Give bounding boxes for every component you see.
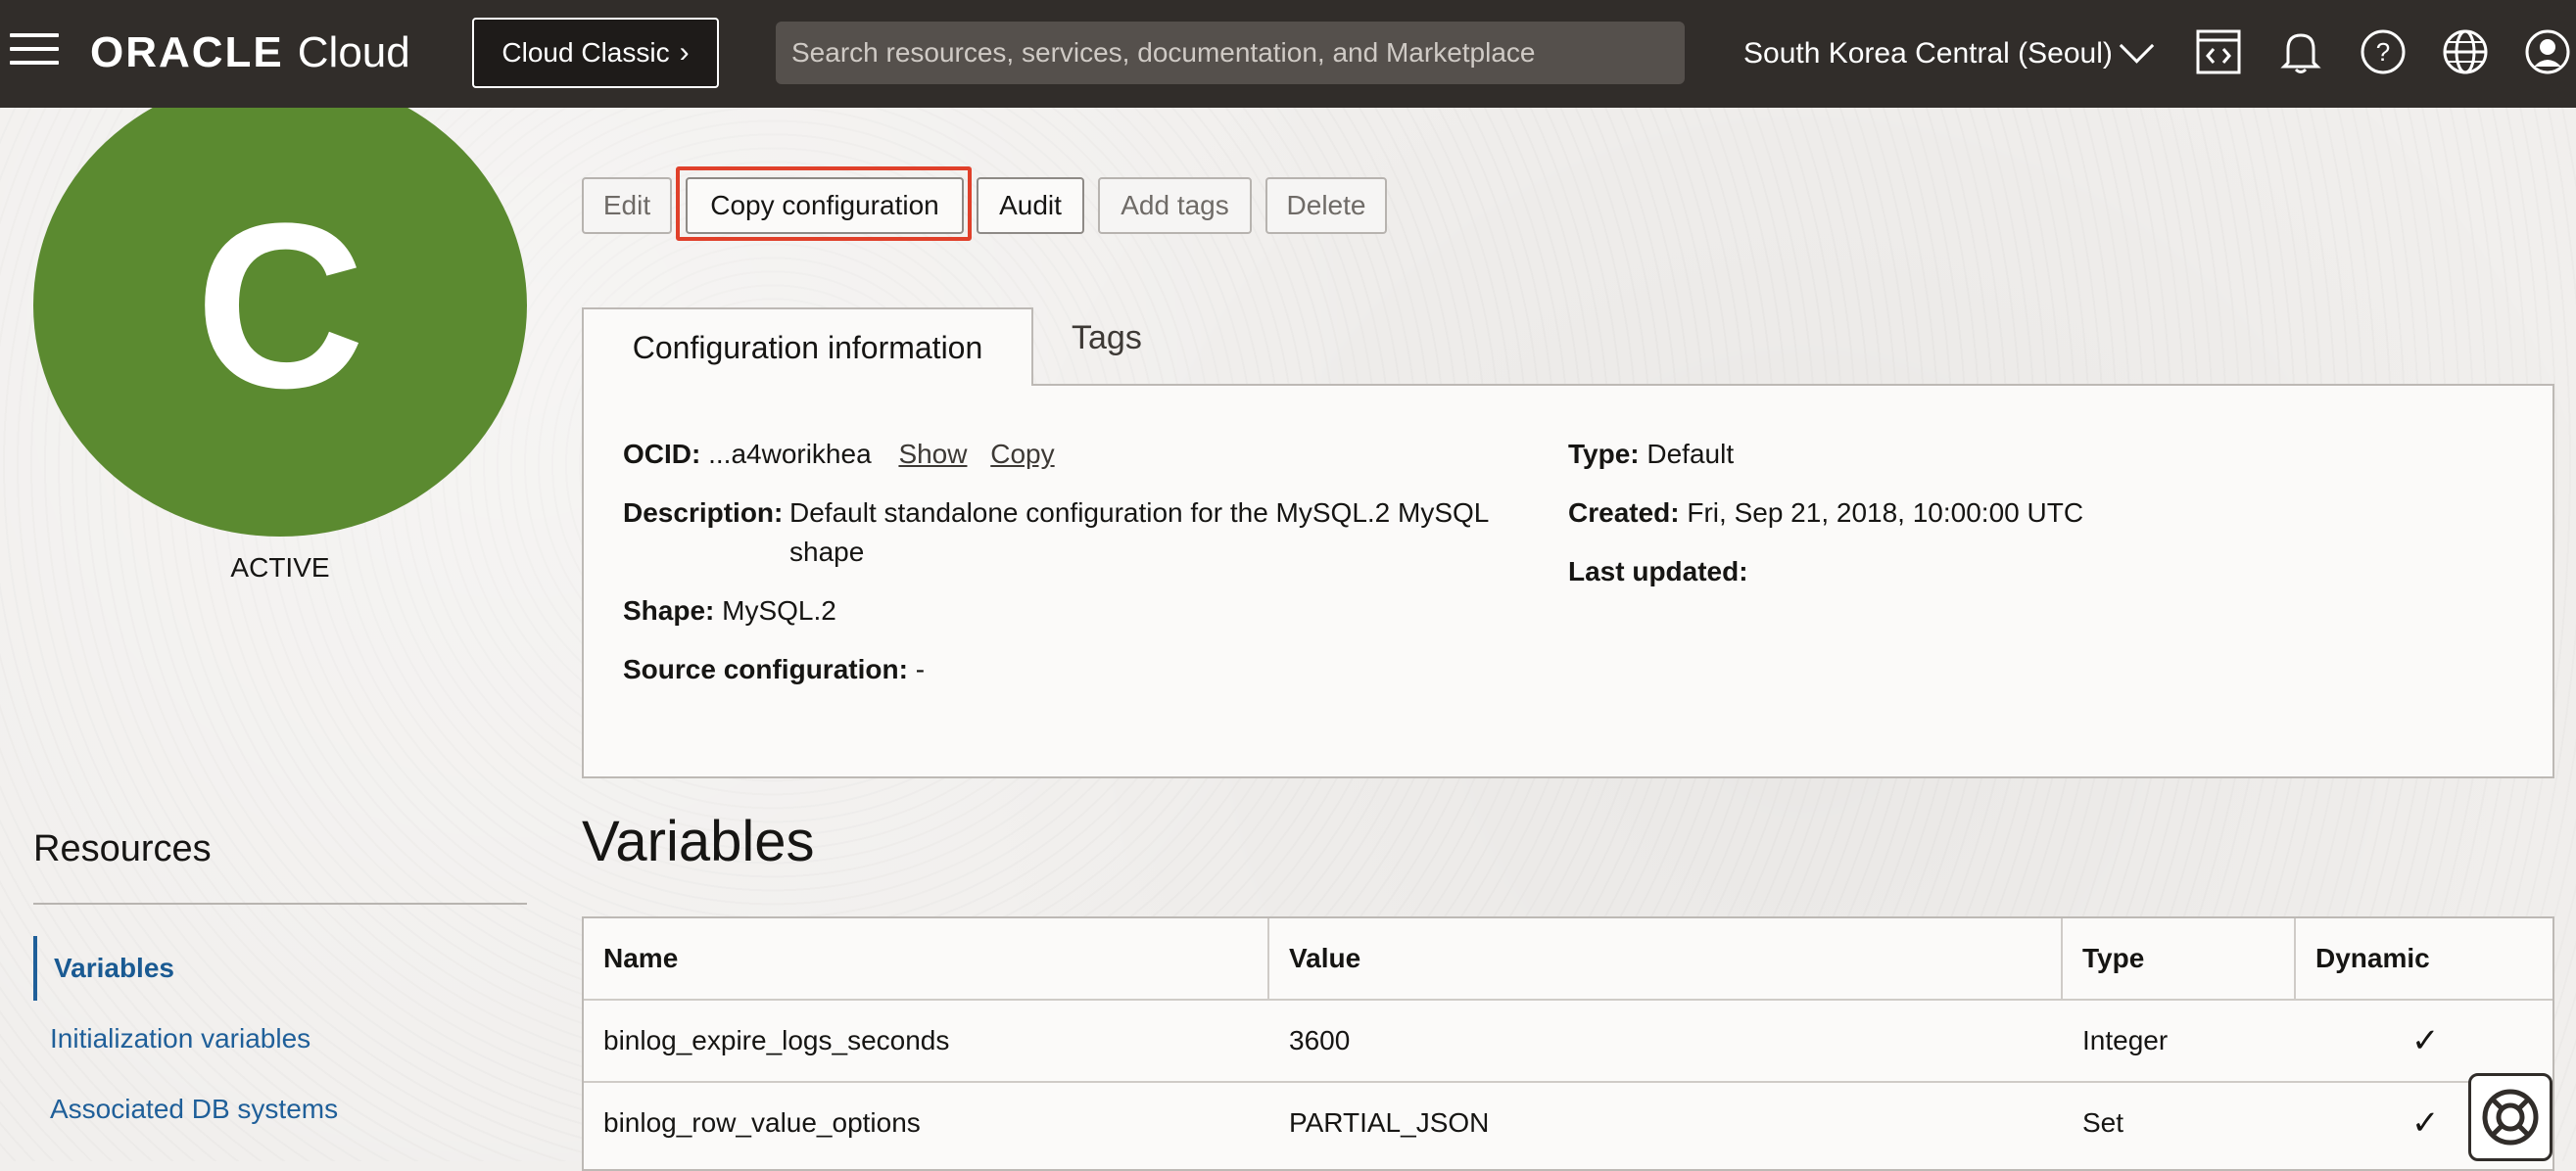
- top-navigation-bar: ORACLE Cloud Cloud Classic › Search reso…: [0, 0, 2576, 108]
- menu-icon[interactable]: [10, 33, 59, 72]
- shape-field: Shape: MySQL.2: [623, 591, 836, 631]
- cell-name: binlog_row_value_options: [603, 1107, 921, 1138]
- ocid-show-link[interactable]: Show: [898, 439, 967, 469]
- globe-icon[interactable]: [2441, 27, 2490, 76]
- created-label: Created:: [1568, 497, 1680, 528]
- region-selector[interactable]: South Korea Central (Seoul): [1743, 27, 2155, 78]
- cell-value: PARTIAL_JSON: [1289, 1107, 1490, 1138]
- lifebuoy-icon: [2482, 1089, 2539, 1146]
- copy-configuration-highlight: [676, 166, 972, 241]
- checkmark-icon: ✓: [2411, 1104, 2440, 1142]
- description-value: Default standalone configuration for the…: [789, 497, 1490, 567]
- cell-type: Integer: [2082, 1025, 2169, 1055]
- logo-cloud-text: Cloud: [297, 28, 410, 76]
- add-tags-button[interactable]: Add tags: [1098, 177, 1252, 234]
- source-configuration-value: -: [915, 654, 926, 684]
- search-placeholder: Search resources, services, documentatio…: [791, 37, 1536, 68]
- created-value: Fri, Sep 21, 2018, 10:00:00 UTC: [1687, 497, 2084, 528]
- chevron-down-icon: [2119, 27, 2155, 64]
- sidebar-item-initialization-variables[interactable]: Initialization variables: [33, 1007, 527, 1071]
- description-label: Description:: [623, 497, 784, 528]
- avatar: C: [33, 108, 527, 537]
- avatar-container: C: [0, 108, 588, 578]
- edit-button[interactable]: Edit: [582, 177, 672, 234]
- cell-type: Set: [2082, 1107, 2124, 1138]
- cloud-classic-button[interactable]: Cloud Classic ›: [472, 18, 719, 88]
- type-field: Type: Default: [1568, 435, 1734, 474]
- column-divider: [2061, 918, 2063, 999]
- variables-heading: Variables: [582, 810, 815, 873]
- sidebar-item-associated-db-systems[interactable]: Associated DB systems: [33, 1077, 527, 1142]
- column-divider: [2294, 918, 2296, 999]
- cell-name: binlog_expire_logs_seconds: [603, 1025, 950, 1055]
- svg-text:?: ?: [2376, 37, 2390, 67]
- cloud-classic-label: Cloud Classic: [501, 37, 670, 68]
- shape-label: Shape:: [623, 595, 715, 626]
- variables-table: Name Value Type Dynamic binlog_expire_lo…: [582, 916, 2554, 1171]
- ocid-copy-link[interactable]: Copy: [990, 439, 1054, 469]
- cell-value: 3600: [1289, 1025, 1351, 1055]
- avatar-letter: C: [195, 174, 365, 437]
- column-header-dynamic[interactable]: Dynamic: [2315, 918, 2531, 999]
- column-divider: [1267, 918, 1269, 999]
- source-configuration-label: Source configuration:: [623, 654, 908, 684]
- oracle-cloud-logo[interactable]: ORACLE Cloud: [90, 27, 410, 78]
- search-input[interactable]: Search resources, services, documentatio…: [776, 22, 1685, 84]
- checkmark-icon: ✓: [2411, 1022, 2440, 1059]
- type-label: Type:: [1568, 439, 1640, 469]
- ocid-field: OCID: ...a4worikhea Show Copy: [623, 435, 1055, 474]
- ocid-value: ...a4worikhea: [708, 439, 872, 469]
- status-label: ACTIVE: [230, 552, 330, 583]
- column-header-value[interactable]: Value: [1289, 918, 2053, 999]
- resources-title: Resources: [33, 828, 212, 869]
- tab-tags[interactable]: Tags: [1072, 319, 1142, 357]
- delete-button[interactable]: Delete: [1265, 177, 1387, 234]
- bell-icon[interactable]: [2276, 27, 2325, 76]
- user-icon[interactable]: [2523, 27, 2572, 76]
- logo-oracle-text: ORACLE: [90, 28, 284, 76]
- created-field: Created: Fri, Sep 21, 2018, 10:00:00 UTC: [1568, 493, 2083, 533]
- shape-value: MySQL.2: [722, 595, 836, 626]
- code-editor-icon[interactable]: [2194, 27, 2243, 76]
- column-header-name[interactable]: Name: [603, 918, 1269, 999]
- help-icon[interactable]: ?: [2359, 27, 2408, 76]
- column-header-type[interactable]: Type: [2082, 918, 2298, 999]
- configuration-info-panel: OCID: ...a4worikhea Show Copy Descriptio…: [582, 384, 2554, 778]
- type-value: Default: [1646, 439, 1735, 469]
- last-updated-label: Last updated:: [1568, 556, 1748, 586]
- audit-button[interactable]: Audit: [977, 177, 1084, 234]
- help-widget-button[interactable]: [2468, 1073, 2552, 1161]
- resources-divider: [33, 903, 527, 905]
- ocid-label: OCID:: [623, 439, 701, 469]
- source-configuration-field: Source configuration: -: [623, 650, 925, 689]
- last-updated-field: Last updated:: [1568, 552, 1748, 591]
- region-label: South Korea Central (Seoul): [1743, 37, 2113, 70]
- tab-configuration-information[interactable]: Configuration information: [582, 307, 1033, 386]
- chevron-right-icon: ›: [679, 36, 690, 69]
- sidebar-item-variables[interactable]: Variables: [33, 936, 527, 1001]
